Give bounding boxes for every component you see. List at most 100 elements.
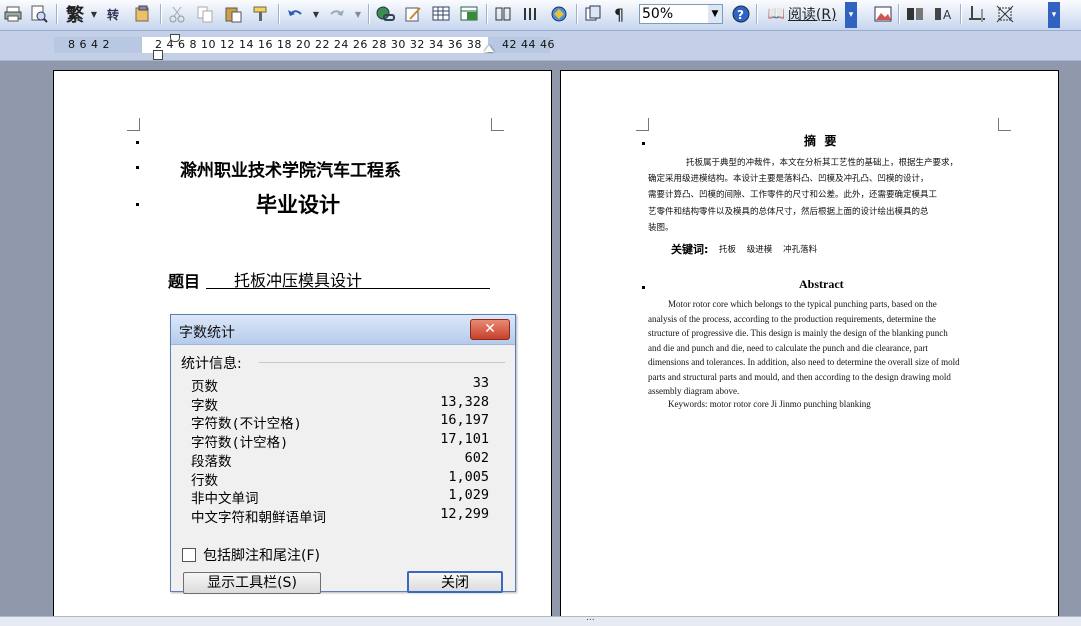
stat-row: 行数 1,005 (191, 469, 489, 489)
margin-corner-mark (491, 118, 504, 131)
paragraph-bullet (136, 203, 139, 206)
layout-icon[interactable] (904, 3, 926, 25)
stat-label: 非中文单词 (191, 491, 259, 508)
abstract-en-title: Abstract (799, 277, 844, 291)
left-indent-marker[interactable] (153, 50, 163, 60)
footnotes-checkbox[interactable] (182, 548, 196, 562)
undo-icon[interactable] (284, 3, 306, 25)
research-icon[interactable] (132, 3, 154, 25)
svg-text:转: 转 (107, 7, 119, 22)
abstract-en-line: dimensions and tolerances. In addition, … (648, 357, 960, 367)
stat-value: 1,029 (448, 487, 489, 504)
abstract-cn-line: 需要计算凸、凹模的间隙、工作零件的尺寸和公差。此外，还需要确定模具工 (648, 190, 938, 201)
zoom-input[interactable]: 50% ▼ (639, 4, 723, 24)
stats-section-label: 统计信息: (181, 356, 242, 372)
topic-label: 题目 (168, 272, 201, 291)
first-line-indent-marker[interactable] (170, 34, 180, 42)
institute-heading: 滁州职业技术学院汽车工程系 (180, 161, 401, 181)
show-toolbar-button[interactable]: 显示工具栏(S) (183, 572, 321, 594)
ruler-main-numbers: 2 4 6 8 10 12 14 16 18 20 22 24 26 28 30… (155, 38, 482, 51)
keywords-en: Keywords: motor rotor core Ji Jinmo punc… (668, 399, 871, 409)
toolbar-options-icon[interactable]: ▾ (1048, 2, 1060, 28)
margin-corner-mark (636, 118, 649, 131)
close-icon[interactable]: ✕ (470, 319, 510, 340)
stat-value: 13,328 (440, 393, 489, 410)
dialog-body: 统计信息: 页数 33 字数 13,328 字符数(不计空格) 16,197 字符数(计空格… (171, 345, 515, 594)
abstract-en-line: assembly diagram above. (648, 386, 740, 396)
document-map-icon[interactable] (548, 3, 570, 25)
right-indent-marker[interactable] (484, 45, 494, 52)
chevron-down-icon[interactable]: ▼ (311, 3, 321, 25)
svg-text:¶: ¶ (614, 5, 624, 23)
stat-value: 33 (472, 375, 489, 391)
abstract-en-body: Motor rotor core which belongs to the ty… (648, 297, 1008, 399)
book-icon: 📖 (767, 6, 785, 22)
print-preview-icon[interactable] (28, 3, 50, 25)
design-title: 毕业设计 (256, 192, 340, 217)
footnotes-checkbox-label: 包括脚注和尾注(F) (203, 548, 320, 564)
print-icon[interactable] (2, 3, 24, 25)
abstract-en-line: structure of progressive die. This desig… (648, 328, 948, 338)
abstract-en-line: analysis of the process, according to th… (648, 313, 936, 324)
help-icon[interactable]: ? (730, 3, 752, 25)
abstract-cn-line: 艺零件和结构零件以及模具的总体尺寸，然后根据上面的设计绘出模具的总 (648, 206, 929, 217)
stat-row: 中文字符和朝鲜语单词 12,299 (191, 505, 489, 526)
abstract-cn-body: 托板属于典型的冲裁件，本文在分析其工艺性的基础上，根据生产要求， 确定采用级进模结… (648, 155, 1000, 236)
show-hide-icon[interactable]: ¶ (610, 3, 632, 25)
paste-icon[interactable] (222, 3, 244, 25)
drawing-toolbar-icon[interactable] (520, 3, 542, 25)
drawing-icon[interactable] (402, 3, 424, 25)
paragraph-bullet (642, 286, 645, 289)
stat-value: 17,101 (440, 431, 489, 448)
resize-icon[interactable] (994, 3, 1016, 25)
close-button[interactable]: 关闭 (407, 571, 503, 593)
dialog-title-bar[interactable]: 字数统计 ✕ (171, 315, 515, 345)
zoom-value: 50% (642, 6, 674, 22)
stat-value: 602 (464, 449, 489, 466)
read-button-label: 阅读(R) (787, 7, 837, 23)
redo-icon[interactable] (326, 3, 348, 25)
margin-corner-mark (127, 118, 140, 131)
stat-label: 行数 (191, 472, 218, 489)
picture-icon[interactable] (872, 3, 894, 25)
insert-excel-icon[interactable] (458, 3, 480, 25)
chevron-down-icon[interactable]: ▼ (708, 5, 722, 23)
chevron-down-icon[interactable]: ▼ (89, 3, 99, 25)
horizontal-ruler[interactable]: 8 6 4 2 2 4 6 8 10 12 14 16 18 20 22 24 … (0, 31, 1081, 61)
columns-icon[interactable] (492, 3, 514, 25)
read-button[interactable]: 📖 阅读(R) (762, 3, 842, 25)
stat-row: 非中文单词 1,029 (191, 487, 489, 508)
abstract-cn-line: 装图。 (648, 222, 674, 233)
hyperlink-icon[interactable] (374, 3, 396, 25)
traditional-chinese-button[interactable]: 繁 (62, 3, 88, 26)
standard-toolbar: 繁 ▼ 转 ▼ ▼ ¶ 50% ▼ ? 📖 阅读(R) ▾ A ▾ (0, 0, 1081, 31)
dialog-title: 字数统计 (179, 325, 235, 341)
format-painter-icon[interactable] (250, 3, 272, 25)
stat-label: 字符数(计空格) (191, 435, 289, 452)
keywords-cn-value: 托板 级进模 冲孔落料 (719, 245, 818, 255)
word-count-dialog: 字数统计 ✕ 统计信息: 页数 33 字数 13,328 字符数(不计空格) 16,197… (170, 314, 516, 594)
stat-row: 段落数 602 (191, 449, 489, 470)
abstract-en-line: parts and structural parts and mould, an… (648, 371, 951, 382)
chevron-down-icon[interactable]: ▼ (353, 3, 363, 25)
stat-label: 字数 (191, 397, 218, 414)
paragraph-bullet (136, 166, 139, 169)
cut-icon[interactable] (166, 3, 188, 25)
copy-icon[interactable] (194, 3, 216, 25)
text-direction-icon[interactable]: A (932, 3, 954, 25)
ruler-right-numbers: 42 44 46 (502, 38, 555, 51)
zoom-pages-icon[interactable] (582, 3, 604, 25)
stat-value: 12,299 (440, 505, 489, 522)
abstract-cn-line: 托板属于典型的冲裁件，本文在分析其工艺性的基础上，根据生产要求， (686, 158, 959, 168)
svg-text:?: ? (737, 8, 744, 22)
grip-dots[interactable]: ... (586, 613, 595, 623)
abstract-cn-line: 确定采用级进模结构。本设计主要是落料凸、凹模及冲孔凸、凹模的设计， (648, 174, 929, 185)
ruler-left-numbers: 8 6 4 2 (68, 38, 110, 51)
topic-value: 托板冲压模具设计 (206, 267, 490, 290)
crop-icon[interactable] (966, 3, 988, 25)
insert-table-icon[interactable] (430, 3, 452, 25)
paragraph-bullet (642, 142, 645, 145)
page-right[interactable]: 摘 要 托板属于典型的冲裁件，本文在分析其工艺性的基础上，根据生产要求， 确定采用… (560, 70, 1059, 620)
convert-icon[interactable]: 转 (104, 3, 126, 25)
toolbar-options-icon[interactable]: ▾ (845, 2, 857, 28)
